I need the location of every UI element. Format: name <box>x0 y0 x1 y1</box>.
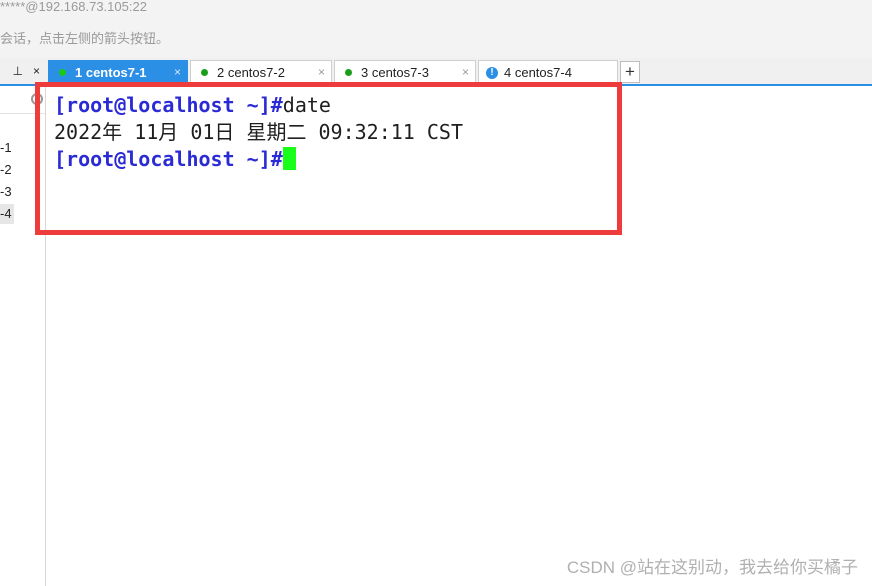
tab-close-icon[interactable]: × <box>174 65 181 79</box>
tab-label: 4 centos7-4 <box>504 65 572 80</box>
add-tab-button[interactable]: + <box>620 61 640 83</box>
connected-status-icon <box>59 69 66 76</box>
tab-close-icon[interactable]: × <box>462 65 469 79</box>
annotation-highlight-box <box>35 82 622 235</box>
hint-text: 会话，点击左侧的箭头按钮。 <box>0 18 872 58</box>
tab-centos7-1[interactable]: 1 centos7-1 × <box>48 60 188 84</box>
tab-label: 3 centos7-3 <box>361 65 429 80</box>
connected-status-icon <box>201 69 208 76</box>
tab-centos7-3[interactable]: 3 centos7-3 × <box>334 60 476 84</box>
session-item-4[interactable]: -4 <box>0 204 14 224</box>
window-title: *****@192.168.73.105:22 <box>0 0 872 18</box>
warning-icon: ! <box>486 66 498 79</box>
close-panel-icon[interactable]: × <box>33 64 40 78</box>
tab-label: 2 centos7-2 <box>217 65 285 80</box>
tab-label: 1 centos7-1 <box>75 65 147 80</box>
tab-centos7-2[interactable]: 2 centos7-2 × <box>190 60 332 84</box>
session-item-1[interactable]: -1 <box>0 138 14 158</box>
session-item-3[interactable]: -3 <box>0 182 14 202</box>
pin-icon[interactable]: ⊥ <box>13 64 23 78</box>
session-panel-tools: ⊥ × <box>0 58 46 84</box>
tab-centos7-4[interactable]: ! 4 centos7-4 <box>478 60 618 84</box>
connected-status-icon <box>345 69 352 76</box>
session-item-2[interactable]: -2 <box>0 160 14 180</box>
watermark: CSDN @站在这别动，我去给你买橘子 <box>566 558 858 577</box>
tab-close-icon[interactable]: × <box>318 65 325 79</box>
